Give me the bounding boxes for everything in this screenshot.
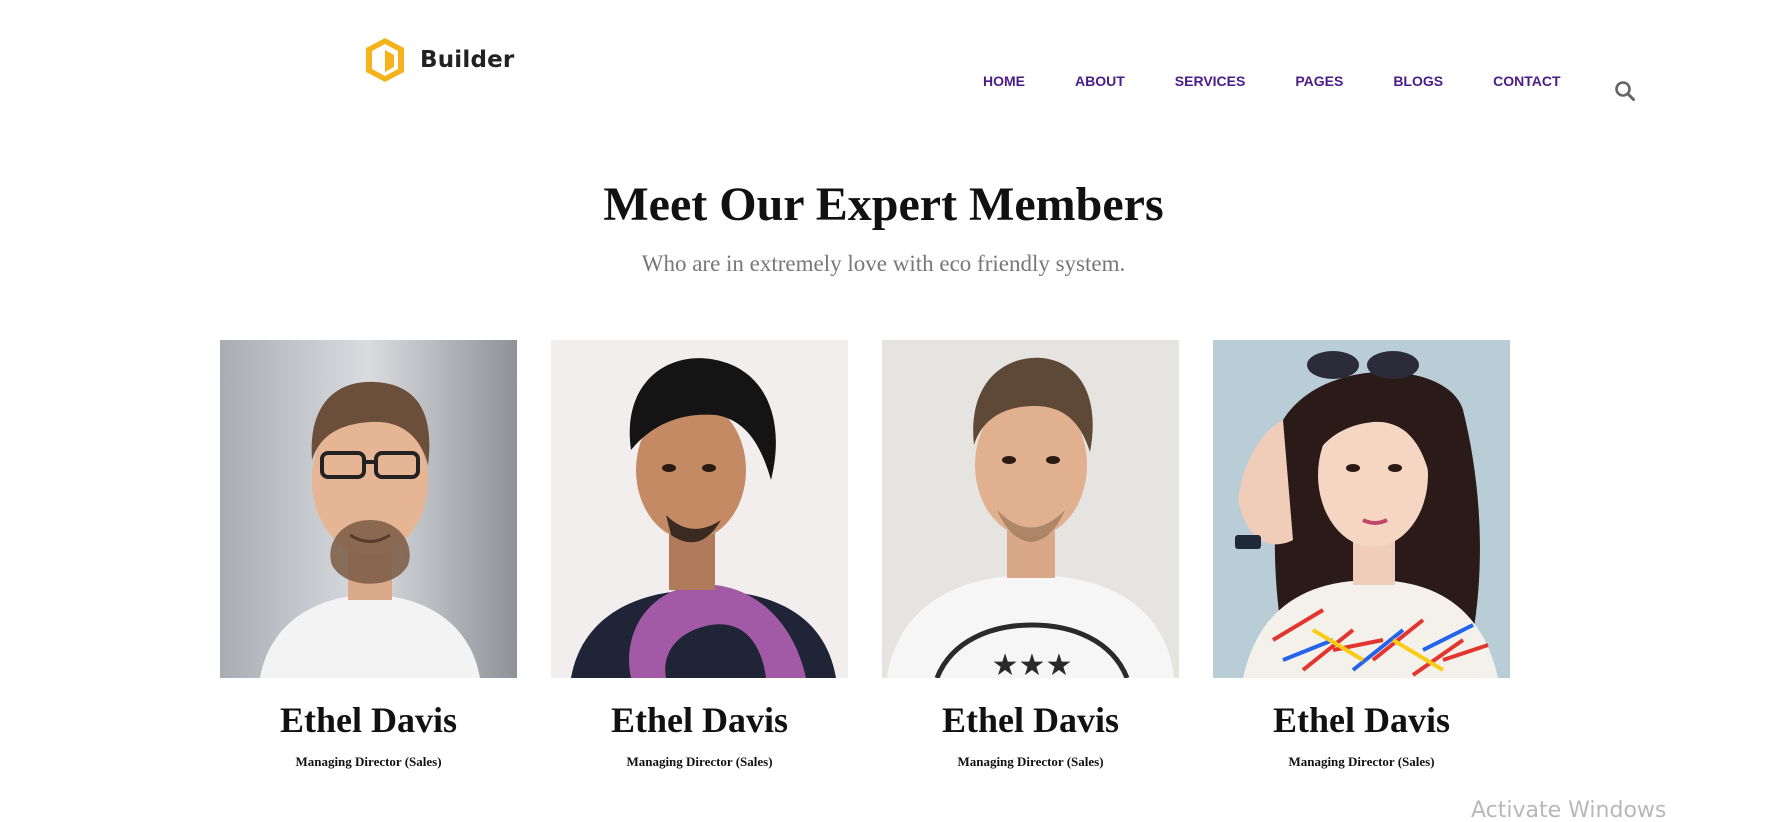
team-card[interactable]: Ethel Davis Managing Director (Sales) (551, 340, 848, 770)
member-name: Ethel Davis (1272, 700, 1450, 740)
member-photo: ★★★ (882, 340, 1179, 678)
woman-with-sunglasses-photo (1213, 340, 1510, 678)
search-button[interactable] (1614, 80, 1636, 102)
member-role: Managing Director (Sales) (626, 754, 773, 769)
cube-logo-icon (366, 38, 404, 82)
team-card[interactable]: Ethel Davis Managing Director (Sales) (1213, 340, 1510, 770)
member-role: Managing Director (Sales) (1288, 754, 1435, 769)
svg-text:★★★: ★★★ (992, 648, 1073, 678)
section-subtitle: Who are in extremely love with eco frien… (641, 251, 1126, 276)
main-nav: HOME ABOUT SERVICES PAGES BLOGS CONTACT (983, 73, 1561, 89)
nav-contact[interactable]: CONTACT (1493, 73, 1560, 89)
team-card[interactable]: ★★★ Ethel Davis Managing Director (Sales… (882, 340, 1179, 770)
brand-logo[interactable]: Builder (364, 36, 514, 84)
member-name: Ethel Davis (610, 700, 788, 740)
nav-home[interactable]: HOME (983, 73, 1025, 89)
nav-about[interactable]: ABOUT (1075, 73, 1125, 89)
man-with-glasses-photo (220, 340, 517, 678)
nav-pages[interactable]: PAGES (1295, 73, 1343, 89)
team-card[interactable]: Ethel Davis Managing Director (Sales) (220, 340, 517, 770)
member-photo (551, 340, 848, 678)
member-photo (1213, 340, 1510, 678)
activate-windows-watermark: Activate Windows (1471, 798, 1667, 822)
member-name: Ethel Davis (941, 700, 1119, 740)
member-role: Managing Director (Sales) (957, 754, 1104, 769)
member-name: Ethel Davis (279, 700, 457, 740)
member-photo (220, 340, 517, 678)
man-in-white-tshirt-photo: ★★★ (882, 340, 1179, 678)
member-role: Managing Director (Sales) (295, 754, 442, 769)
nav-blogs[interactable]: BLOGS (1393, 73, 1443, 89)
search-icon (1615, 81, 1635, 101)
brand-name: Builder (420, 47, 515, 73)
section-title: Meet Our Expert Members (603, 178, 1164, 231)
nav-services[interactable]: SERVICES (1175, 73, 1246, 89)
man-with-purple-scarf-photo (551, 340, 848, 678)
